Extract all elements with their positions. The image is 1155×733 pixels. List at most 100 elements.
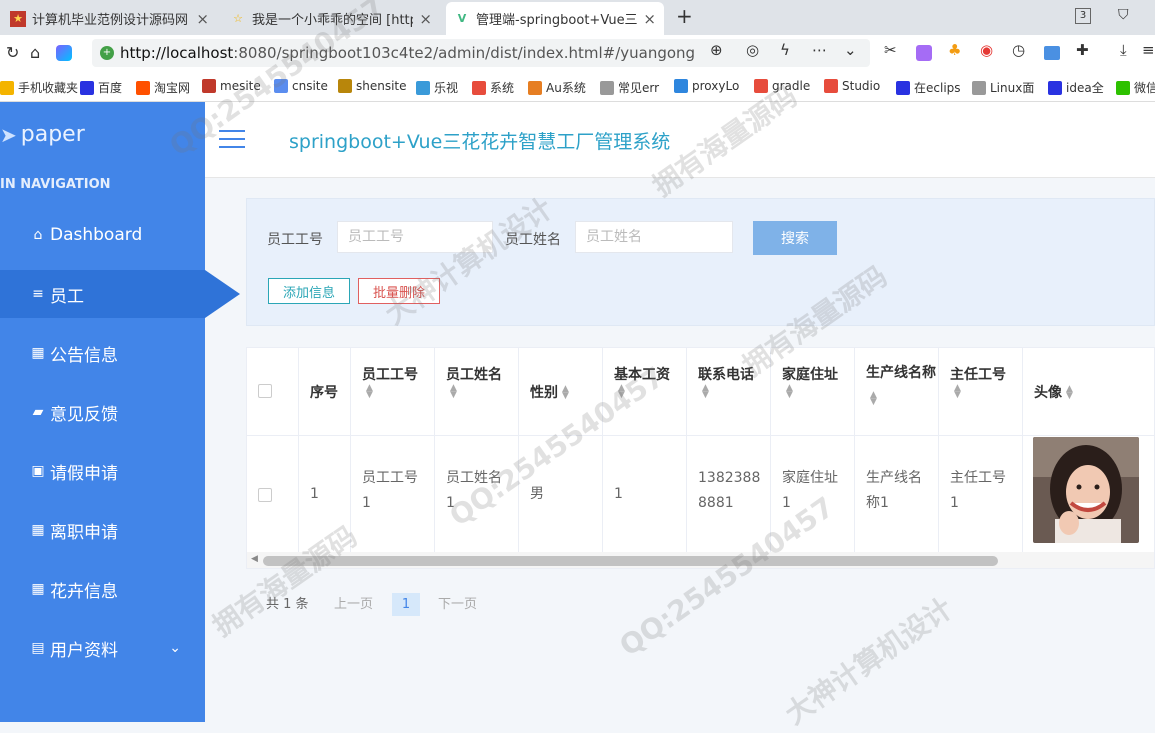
home-icon: ⌂ (33, 227, 43, 243)
home-icon[interactable]: ⌂ (30, 43, 40, 62)
emp-no-input[interactable] (337, 221, 493, 253)
sort-icon[interactable]: ▲ ▼ (954, 384, 961, 400)
column-header-gender[interactable]: 性别 ▲ ▼ (519, 348, 603, 436)
emp-name-label: 员工姓名 (505, 232, 561, 248)
clock-icon[interactable]: ◷ (1012, 41, 1025, 59)
nav-section-title: IN NAVIGATION (0, 177, 111, 192)
bookmarks-bar: 手机收藏夹 百度 淘宝网 mesite cnsite shensite 乐视 系… (0, 71, 1155, 102)
zoom-icon[interactable]: ⊕ (710, 41, 723, 59)
sort-icon[interactable]: ▲ ▼ (366, 384, 373, 400)
cell-emp-no: 员工工号1 (351, 436, 435, 552)
sort-icon[interactable]: ▲ ▼ (450, 384, 457, 400)
grid-icon: ▦ (31, 581, 45, 597)
ai-icon[interactable] (56, 45, 72, 61)
download-icon[interactable]: ⤓ (1120, 41, 1127, 59)
batch-delete-button[interactable]: 批量删除 (358, 278, 440, 304)
sidebar-item-dashboard[interactable]: ⌂ Dashboard (0, 211, 205, 259)
lightning-icon[interactable]: ϟ (780, 41, 790, 59)
sort-icon[interactable]: ▲ ▼ (618, 384, 625, 400)
scissors-icon[interactable]: ✂ (884, 41, 897, 59)
refresh-icon[interactable]: ↻ (6, 43, 19, 62)
browser-tab-2[interactable]: ☆ 我是一个小乖乖的空间 [http:/ × (222, 2, 440, 35)
horizontal-scrollbar[interactable]: ◀ (247, 552, 1154, 568)
sort-icon[interactable]: ▲ ▼ (870, 391, 877, 407)
column-header-salary[interactable]: 基本工资 ▲ ▼ (603, 348, 687, 436)
chevron-down-icon: ⌄ (169, 640, 181, 656)
prev-page-button[interactable]: 上一页 (334, 593, 373, 612)
bookmark-item[interactable]: mesite (202, 79, 261, 93)
hamburger-menu-icon[interactable] (219, 130, 245, 150)
browser-tab-1[interactable]: ★ 计算机毕业范例设计源码网 × (2, 2, 217, 35)
bookmark-item[interactable]: 淘宝网 (136, 79, 190, 96)
bookmark-item[interactable]: 微信 (1116, 79, 1155, 96)
page-number-current[interactable]: 1 (392, 593, 420, 616)
mail-icon[interactable] (1044, 46, 1060, 60)
sort-icon[interactable]: ▲ ▼ (1066, 385, 1073, 401)
scrollbar-thumb[interactable] (263, 556, 998, 566)
bookmark-item[interactable]: idea全 (1048, 79, 1104, 96)
close-icon[interactable]: × (643, 10, 656, 28)
bookmark-item[interactable]: 系统 (472, 79, 514, 96)
bookmark-item[interactable]: 乐视 (416, 79, 458, 96)
row-checkbox[interactable] (258, 488, 272, 502)
sidebar-item-feedback[interactable]: ▰ 意见反馈 (0, 388, 205, 436)
sidebar-item-employee[interactable]: ≡ 员工 (0, 270, 205, 318)
sidebar-item-notice[interactable]: ▦ 公告信息 (0, 329, 205, 377)
weibo-icon[interactable]: ◉ (980, 41, 993, 59)
clipboard-icon: ▣ (31, 463, 45, 479)
add-button[interactable]: 添加信息 (268, 278, 350, 304)
select-all-checkbox[interactable] (258, 384, 272, 398)
bookmark-item[interactable]: 百度 (80, 79, 122, 96)
bookmark-item[interactable]: 在eclips (896, 79, 961, 96)
column-header-director-no[interactable]: 主任工号 ▲ ▼ (939, 348, 1023, 436)
scroll-left-icon[interactable]: ◀ (251, 554, 258, 564)
column-header-avatar[interactable]: 头像 ▲ ▼ (1023, 348, 1154, 436)
next-page-button[interactable]: 下一页 (438, 593, 477, 612)
new-tab-icon[interactable]: + (676, 4, 693, 28)
bookmark-item[interactable]: Au系统 (528, 79, 586, 96)
search-button[interactable]: 搜索 (753, 221, 837, 255)
site-icon (338, 79, 352, 93)
page-title: springboot+Vue三花花卉智慧工厂管理系统 (289, 131, 671, 153)
folder-icon (0, 80, 14, 95)
bookmark-item[interactable]: gradle (754, 79, 810, 93)
emp-name-input[interactable] (575, 221, 733, 253)
app-header: springboot+Vue三花花卉智慧工厂管理系统 (205, 102, 1155, 178)
extension-icon[interactable]: ✚ (1076, 41, 1089, 59)
more-icon[interactable]: ⋯ (812, 41, 827, 59)
compass-icon[interactable]: ◎ (746, 41, 759, 59)
sidebar-item-resignation[interactable]: ▦ 离职申请 (0, 506, 205, 554)
menu-icon[interactable]: ≡ (1142, 41, 1155, 59)
sort-icon[interactable]: ▲ ▼ (562, 385, 569, 401)
chevron-down-icon[interactable]: ⌄ (844, 41, 857, 59)
sidebar-item-flowers[interactable]: ▦ 花卉信息 (0, 565, 205, 613)
wechat-icon (1116, 80, 1130, 95)
sort-icon[interactable]: ▲ ▼ (702, 384, 709, 400)
grid-icon: ▦ (31, 522, 45, 538)
avatar[interactable] (1033, 437, 1139, 543)
cell-address: 家庭住址1 (771, 436, 855, 552)
bookmark-item[interactable]: cnsite (274, 79, 328, 93)
sidebar-item-leave[interactable]: ▣ 请假申请 (0, 447, 205, 495)
tab-count-badge[interactable]: 3 (1075, 8, 1091, 24)
bookmark-item[interactable]: Linux面 (972, 79, 1034, 96)
column-header-phone[interactable]: 联系电话 ▲ ▼ (687, 348, 771, 436)
sidebar-item-user-profile[interactable]: ▤ 用户资料 ⌄ (0, 624, 205, 672)
bookmark-item[interactable]: 手机收藏夹 (0, 79, 78, 96)
bookmark-item[interactable]: Studio (824, 79, 880, 93)
game-icon[interactable]: ♣ (948, 41, 961, 59)
bookmark-item[interactable]: 常见err (600, 79, 659, 96)
bookmark-item[interactable]: shensite (338, 79, 407, 93)
column-header-address[interactable]: 家庭住址 ▲ ▼ (771, 348, 855, 436)
column-header-emp-no[interactable]: 员工工号 ▲ ▼ (351, 348, 435, 436)
close-icon[interactable]: × (419, 10, 432, 28)
translate-icon[interactable] (916, 45, 932, 61)
shirt-icon[interactable]: ⛉ (1118, 7, 1129, 23)
column-header-line-name[interactable]: 生产线名称 ▲ ▼ (855, 348, 939, 436)
bookmark-item[interactable]: proxyLo (674, 79, 739, 93)
sort-icon[interactable]: ▲ ▼ (786, 384, 793, 400)
table-row-select-cell (247, 436, 299, 552)
browser-tab-3[interactable]: V 管理端-springboot+Vue三花 × (446, 2, 664, 35)
close-icon[interactable]: × (196, 10, 209, 28)
column-header-emp-name[interactable]: 员工姓名 ▲ ▼ (435, 348, 519, 436)
